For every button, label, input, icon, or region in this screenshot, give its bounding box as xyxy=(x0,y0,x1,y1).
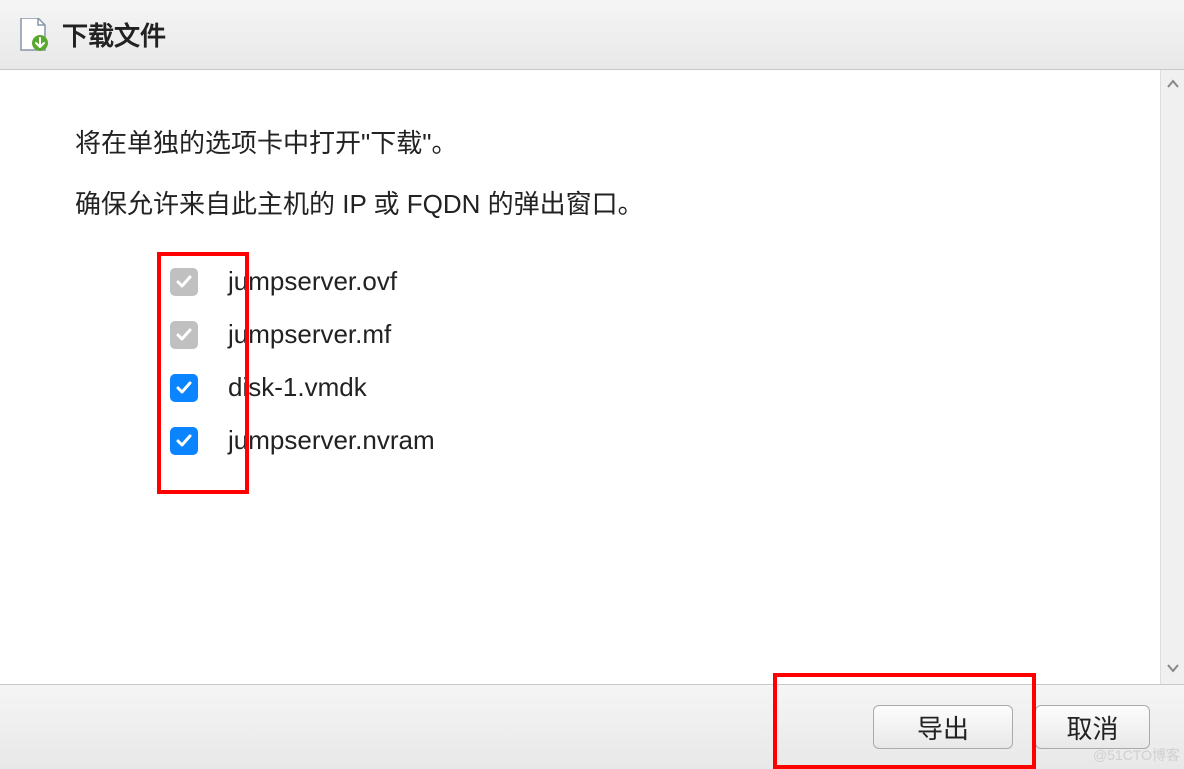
file-name-label: jumpserver.mf xyxy=(228,319,391,350)
file-item: jumpserver.mf xyxy=(125,319,1109,350)
scroll-down-arrow-icon[interactable] xyxy=(1166,660,1180,678)
file-item: jumpserver.ovf xyxy=(125,266,1109,297)
download-file-icon xyxy=(18,18,48,52)
cancel-button[interactable]: 取消 xyxy=(1035,705,1150,749)
dialog-content: 将在单独的选项卡中打开"下载"。 确保允许来自此主机的 IP 或 FQDN 的弹… xyxy=(0,70,1184,684)
file-name-label: jumpserver.ovf xyxy=(228,266,397,297)
file-item: disk-1.vmdk xyxy=(125,372,1109,403)
description-line-2: 确保允许来自此主机的 IP 或 FQDN 的弹出窗口。 xyxy=(75,185,1109,224)
content-area: 将在单独的选项卡中打开"下载"。 确保允许来自此主机的 IP 或 FQDN 的弹… xyxy=(0,70,1184,684)
vertical-scrollbar[interactable] xyxy=(1160,70,1184,684)
dialog-title: 下载文件 xyxy=(62,16,166,53)
annotation-highlight-checkboxes xyxy=(157,252,249,494)
title-bar: 下载文件 xyxy=(0,0,1184,70)
file-item: jumpserver.nvram xyxy=(125,425,1109,456)
file-list: jumpserver.ovf jumpserver.mf disk-1.vmdk… xyxy=(125,266,1109,456)
scroll-up-arrow-icon[interactable] xyxy=(1166,76,1180,94)
export-button[interactable]: 导出 xyxy=(873,705,1013,749)
description-line-1: 将在单独的选项卡中打开"下载"。 xyxy=(75,124,1109,163)
file-name-label: jumpserver.nvram xyxy=(228,425,435,456)
dialog-footer: 导出 取消 xyxy=(0,684,1184,769)
